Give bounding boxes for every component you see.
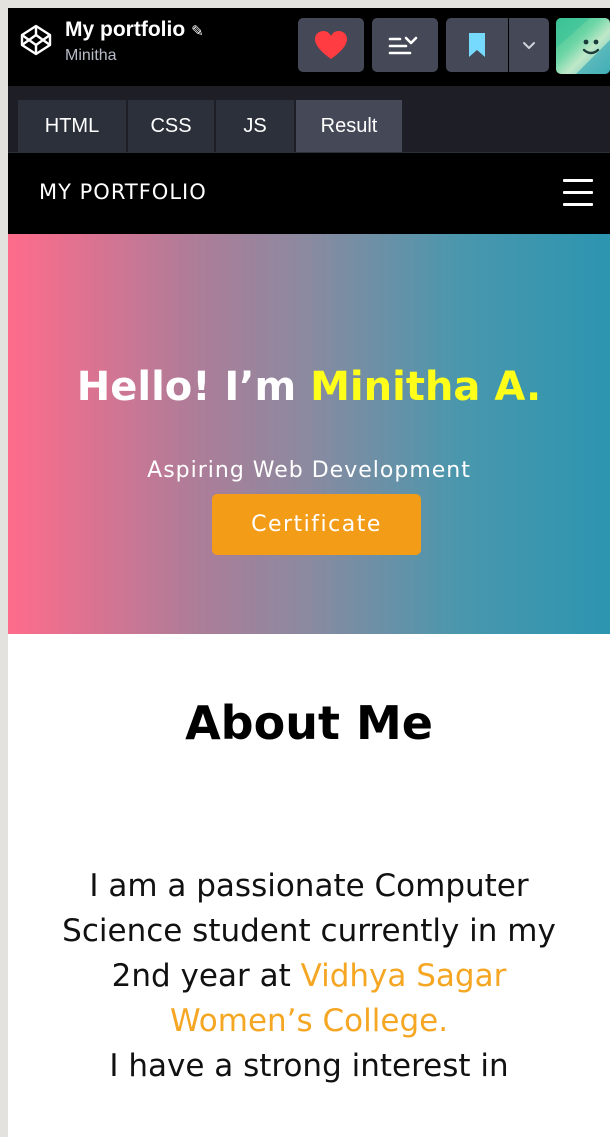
- hero-name: Minitha A.: [310, 364, 542, 410]
- pencil-icon[interactable]: ✎: [191, 22, 204, 40]
- tab-html[interactable]: HTML: [18, 100, 128, 152]
- hero-section: Hello! I’m Minitha A. Aspiring Web Devel…: [8, 234, 610, 634]
- codepen-logo-icon[interactable]: [18, 22, 54, 58]
- about-heading: About Me: [185, 696, 433, 750]
- editor-tabs: HTML CSS JS Result: [18, 100, 404, 152]
- editor-tab-bar: HTML CSS JS Result: [8, 86, 610, 153]
- site-navbar: MY PORTFOLIO: [8, 153, 610, 234]
- pen-author[interactable]: Minitha: [65, 47, 204, 65]
- tab-result[interactable]: Result: [296, 100, 404, 152]
- save-button[interactable]: [446, 18, 508, 72]
- save-options-button[interactable]: [509, 18, 549, 72]
- smiley-avatar-icon: [556, 18, 610, 74]
- user-avatar[interactable]: [556, 18, 610, 74]
- change-view-icon: [388, 36, 418, 55]
- tab-js[interactable]: JS: [216, 100, 296, 152]
- hero-title: Hello! I’m Minitha A.: [8, 364, 610, 410]
- tab-css[interactable]: CSS: [128, 100, 216, 152]
- hero-subtitle: Aspiring Web Development: [147, 458, 471, 483]
- heart-icon: [315, 31, 347, 59]
- about-text: I am a passionate Computer Science stude…: [48, 864, 570, 1089]
- love-button[interactable]: [298, 18, 364, 72]
- certificate-button[interactable]: Certificate: [212, 494, 421, 555]
- pen-title[interactable]: My portfolio: [65, 18, 185, 41]
- site-brand[interactable]: MY PORTFOLIO: [39, 180, 207, 204]
- hero-greeting: Hello! I’m: [76, 364, 311, 410]
- pen-title-area: My portfolio ✎ Minitha: [65, 18, 204, 65]
- about-text-part2: I have a strong interest in: [109, 1048, 509, 1084]
- change-view-button[interactable]: [372, 18, 438, 72]
- hamburger-menu-icon[interactable]: [563, 179, 593, 207]
- screen-frame: My portfolio ✎ Minitha HTML CSS JS Resul…: [8, 8, 610, 1137]
- chevron-down-icon: [523, 42, 535, 49]
- bookmark-icon: [469, 33, 485, 57]
- codepen-header: My portfolio ✎ Minitha: [8, 8, 610, 86]
